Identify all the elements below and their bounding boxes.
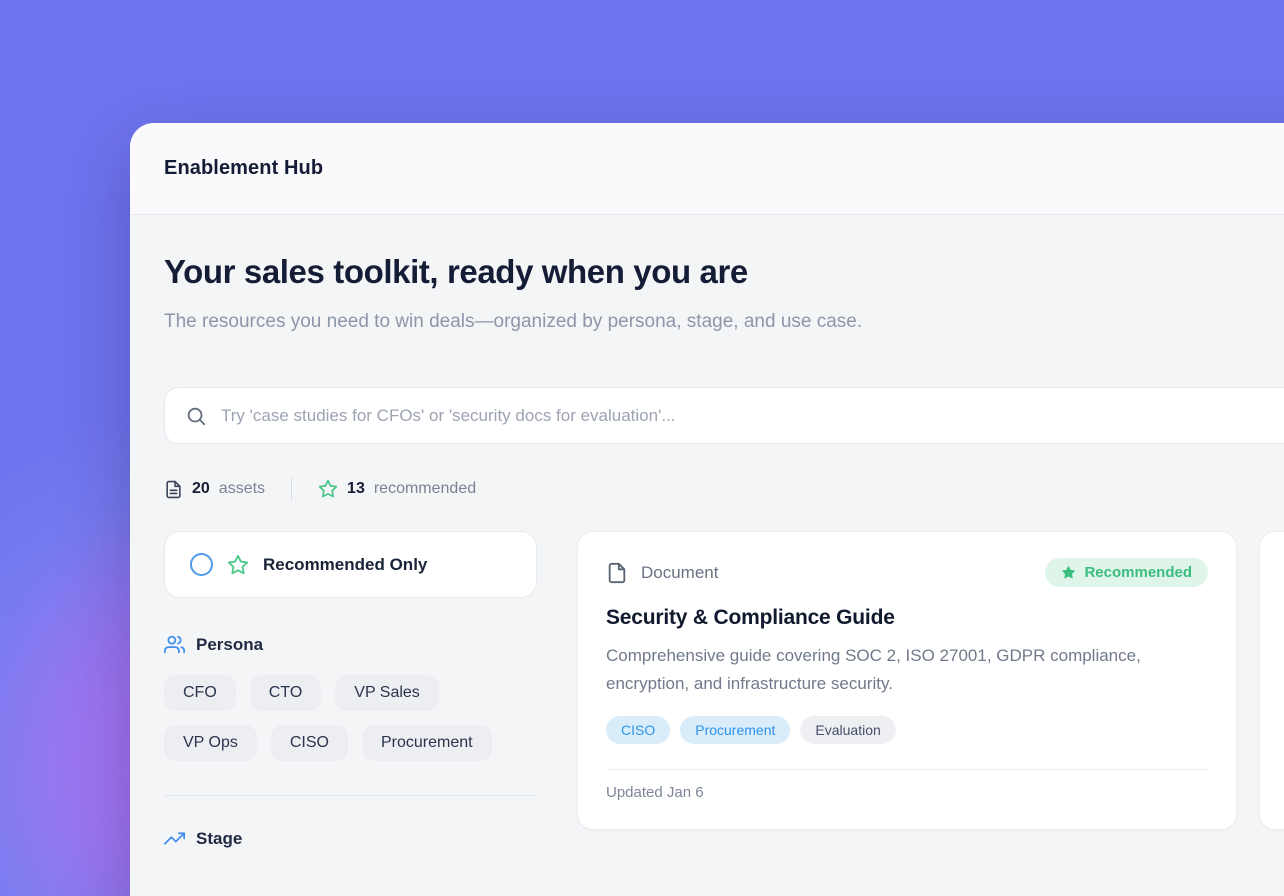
persona-section-label: Persona: [196, 635, 263, 655]
assets-label: assets: [219, 480, 265, 498]
star-outline-icon: [227, 554, 249, 576]
main-panel: Enablement Hub Your sales toolkit, ready…: [130, 123, 1284, 896]
tag-evaluation[interactable]: Evaluation: [800, 716, 895, 744]
app-title: Enablement Hub: [164, 157, 323, 180]
persona-section-header: Persona: [164, 634, 537, 655]
asset-card-security-compliance-guide[interactable]: Document Recommended Security & Complian…: [577, 531, 1237, 830]
recommended-badge-label: Recommended: [1084, 564, 1192, 581]
asset-card-list: Document Recommended Security & Complian…: [577, 531, 1284, 830]
card-title: Security & Compliance Guide: [606, 606, 1208, 630]
persona-chip-vp-sales[interactable]: VP Sales: [335, 675, 439, 711]
card-type: Document: [606, 562, 718, 584]
recommended-only-radio[interactable]: [190, 553, 213, 576]
persona-chip-ciso[interactable]: CISO: [271, 725, 348, 761]
card-type-label: Document: [641, 563, 718, 583]
recommended-count-stat: 13 recommended: [318, 479, 476, 499]
panel-body: Your sales toolkit, ready when you are T…: [130, 215, 1284, 849]
content-area: Recommended Only Persona CFO CTO: [164, 531, 1284, 849]
recommended-only-toggle[interactable]: Recommended Only: [164, 531, 537, 598]
recommended-label: recommended: [374, 480, 476, 498]
search-icon: [185, 405, 207, 427]
trending-up-icon: [164, 828, 185, 849]
card-top-row: Document Recommended: [606, 558, 1208, 587]
search-bar[interactable]: [164, 387, 1284, 444]
filters-divider: [164, 795, 537, 796]
stage-section-header: Stage: [164, 828, 537, 849]
card-description: Comprehensive guide covering SOC 2, ISO …: [606, 642, 1196, 698]
file-icon: [606, 562, 628, 584]
stage-section-label: Stage: [196, 829, 242, 849]
filters-sidebar: Recommended Only Persona CFO CTO: [164, 531, 537, 849]
asset-card-clipped[interactable]: [1259, 531, 1284, 830]
recommended-count: 13: [347, 480, 365, 498]
page-subtitle: The resources you need to win deals—orga…: [164, 305, 994, 339]
search-input[interactable]: [221, 406, 1284, 426]
card-divider: [606, 769, 1208, 770]
page-title: Your sales toolkit, ready when you are: [164, 253, 1284, 291]
persona-chip-cfo[interactable]: CFO: [164, 675, 236, 711]
star-filled-icon: [1061, 565, 1076, 580]
assets-count: 20: [192, 480, 210, 498]
assets-count-stat: 20 assets: [164, 480, 265, 499]
tag-procurement[interactable]: Procurement: [680, 716, 790, 744]
file-text-icon: [164, 480, 183, 499]
users-icon: [164, 634, 185, 655]
persona-chip-list: CFO CTO VP Sales VP Ops CISO Procurement: [164, 675, 537, 761]
recommended-badge: Recommended: [1045, 558, 1208, 587]
persona-chip-cto[interactable]: CTO: [250, 675, 321, 711]
stats-divider: [291, 478, 292, 500]
card-tag-list: CISO Procurement Evaluation: [606, 716, 1208, 744]
recommended-only-label: Recommended Only: [263, 555, 427, 575]
card-updated-date: Updated Jan 6: [606, 784, 1208, 801]
tag-ciso[interactable]: CISO: [606, 716, 670, 744]
persona-chip-vp-ops[interactable]: VP Ops: [164, 725, 257, 761]
panel-header: Enablement Hub: [130, 123, 1284, 215]
app-background: Enablement Hub Your sales toolkit, ready…: [0, 0, 1284, 896]
persona-chip-procurement[interactable]: Procurement: [362, 725, 492, 761]
stats-row: 20 assets 13 recommended: [164, 478, 1284, 500]
star-outline-icon: [318, 479, 338, 499]
